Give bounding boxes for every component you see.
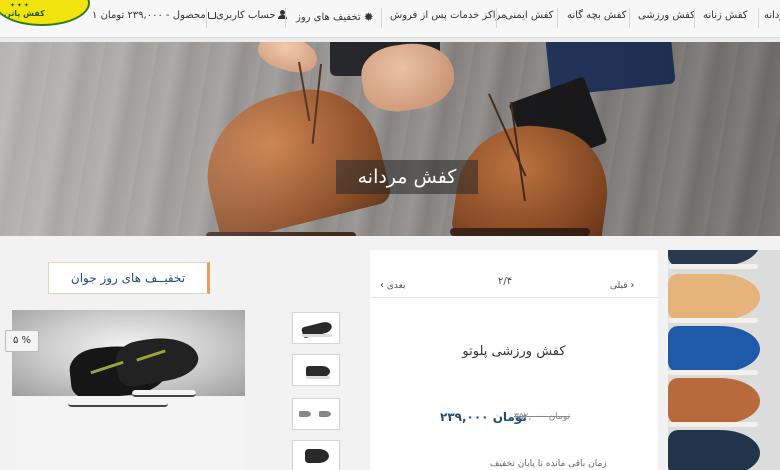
chevron-left-icon: ‹ <box>380 280 384 291</box>
account-link[interactable]: حساب کاربری <box>216 10 287 21</box>
nav-divider <box>694 8 695 28</box>
sneaker-back <box>112 331 202 389</box>
nav-kids-shoes[interactable]: کفش بچه گانه <box>567 10 626 21</box>
product-pager: ‹ بعدی ۲/۴ قبلی › <box>370 250 658 298</box>
prev-label: قبلی <box>610 281 628 291</box>
hero-lace <box>488 93 527 177</box>
nav-daily-deals-label: تخفیف های روز <box>296 12 361 23</box>
prev-product-button[interactable]: ‹ بعدی <box>380 280 406 291</box>
stack-shoe <box>668 326 760 372</box>
nav-men-shoes[interactable]: کفش مردانه <box>764 10 780 21</box>
cart-icon <box>207 12 216 19</box>
hero-hand-right <box>357 42 459 117</box>
nav-sport-shoes[interactable]: کفش ورزشی <box>638 10 695 21</box>
top-navigation: ✦ ✦ ✦ کفش پاتن ۱ محصول - ۲۳۹,۰۰۰ تومان ح… <box>0 0 780 38</box>
hero-banner[interactable]: کفش مردانه <box>0 42 780 236</box>
product-name[interactable]: کفش ورزشی پلوتو <box>370 344 658 359</box>
hero-trouser-left <box>330 42 440 76</box>
product-card: ‹ بعدی ۲/۴ قبلی › کفش ورزشی پلوتو ۲۳۹,۰۰… <box>370 250 658 470</box>
next-product-button[interactable]: قبلی › <box>610 280 634 291</box>
nav-women-shoes[interactable]: کفش زنانه <box>703 10 748 21</box>
product-thumbnail[interactable] <box>292 312 340 344</box>
product-old-price: ۳۵۲,۰۰۰ تومان <box>514 412 571 422</box>
content-area: ‹ بعدی ۲/۴ قبلی › کفش ورزشی پلوتو ۲۳۹,۰۰… <box>0 236 780 470</box>
hero-shoe-left <box>190 74 394 236</box>
stack-shoe <box>668 430 760 470</box>
hero-sock <box>508 76 608 170</box>
hero-lace <box>298 61 310 122</box>
nav-service-centers[interactable]: مراکز خدمات پس از فروش <box>390 10 506 21</box>
stack-shoe <box>668 378 760 424</box>
product-thumbnail[interactable] <box>292 354 340 386</box>
nav-divider <box>285 8 286 28</box>
thumbnail-sole <box>302 334 332 337</box>
nav-divider <box>557 8 558 28</box>
countdown-label: زمان باقی مانده تا پایان تخفیف <box>490 459 607 469</box>
hero-lace <box>311 63 322 144</box>
product-thumbnail[interactable] <box>292 440 340 470</box>
account-label: حساب کاربری <box>216 10 276 21</box>
cart-label: ۱ محصول - ۲۳۹,۰۰۰ تومان <box>92 10 206 21</box>
nav-divider <box>206 8 207 28</box>
chevron-right-icon: › <box>630 280 635 291</box>
discount-badge: ۵ % <box>5 330 39 352</box>
hero-lace <box>510 101 526 202</box>
sneaker-sole <box>68 400 168 407</box>
next-label: بعدی <box>386 281 406 291</box>
logo-text: کفش پاتن <box>4 9 45 18</box>
nav-divider <box>758 8 759 28</box>
sneaker-sole <box>132 390 196 397</box>
hero-hand-left <box>254 42 322 79</box>
hero-shoe-right-sole <box>450 228 590 236</box>
pager-count: ۲/۴ <box>498 276 513 287</box>
deal-product-image-floor <box>12 390 245 470</box>
thumbnail-shoe <box>319 411 331 417</box>
daily-deal-title: تخفیــف های روز جوان <box>70 271 186 285</box>
nav-divider <box>496 8 497 28</box>
stack-sole <box>668 422 758 427</box>
deal-product-image[interactable] <box>12 310 245 401</box>
nav-safety-shoes[interactable]: کفش ایمنی <box>505 10 553 21</box>
product-thumbnail[interactable] <box>292 398 340 430</box>
stack-sole <box>668 370 758 375</box>
daily-deal-header: تخفیــف های روز جوان <box>48 262 210 294</box>
thumbnail-shoe <box>305 449 329 463</box>
stack-sole <box>668 318 758 323</box>
site-logo[interactable]: ✦ ✦ ✦ کفش پاتن <box>0 0 90 26</box>
thumbnail-shoe <box>299 411 311 417</box>
cart-summary[interactable]: ۱ محصول - ۲۳۹,۰۰۰ تومان <box>92 10 216 21</box>
logo-tagline: ✦ ✦ ✦ <box>10 2 29 9</box>
gear-icon: ✹ <box>363 10 374 24</box>
category-image[interactable] <box>668 250 780 470</box>
nav-divider <box>381 8 382 28</box>
nav-daily-deals[interactable]: تخفیف های روز ✹ <box>296 10 374 24</box>
nav-divider <box>629 8 630 28</box>
stack-sole <box>668 264 758 269</box>
hero-title: کفش مردانه <box>336 160 478 194</box>
hero-trouser-right <box>545 42 676 97</box>
thumbnail-sole <box>306 376 330 379</box>
stack-shoe <box>668 274 760 320</box>
